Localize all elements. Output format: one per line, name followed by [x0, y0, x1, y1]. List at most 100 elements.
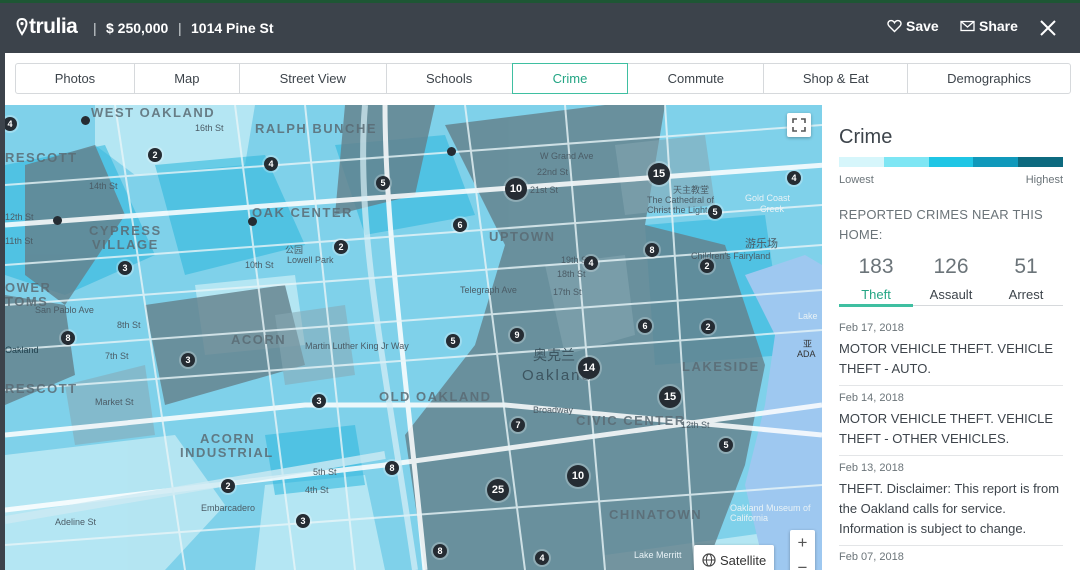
street-label: 5th St [313, 467, 337, 477]
crime-heatmap[interactable]: WEST OAKLAND RALPH BUNCHE RESCOTT OAK CE… [5, 105, 822, 570]
crime-cluster-pin[interactable]: 3 [118, 261, 132, 275]
crime-cluster-pin[interactable]: 4 [787, 171, 801, 185]
crime-cluster-pin[interactable]: 8 [645, 243, 659, 257]
crime-cluster-pin[interactable]: 10 [505, 178, 527, 200]
crime-cluster-pin[interactable]: 6 [638, 319, 652, 333]
tab-map[interactable]: Map [133, 63, 240, 94]
street-label: Adeline St [55, 517, 97, 527]
crime-cluster-pin[interactable]: 9 [510, 328, 524, 342]
map-label: UPTOWN [489, 229, 556, 244]
crime-cluster-pin[interactable]: 2 [148, 148, 162, 162]
crime-cluster-pin[interactable]: 2 [700, 259, 714, 273]
active-stat-indicator [839, 304, 913, 307]
place-label: 奥克兰 [533, 347, 575, 363]
crime-cluster-pin[interactable]: 15 [648, 163, 670, 185]
crime-point-marker[interactable] [248, 217, 257, 226]
street-label: 18th St [557, 269, 586, 279]
envelope-icon [960, 20, 975, 32]
fullscreen-button[interactable] [787, 113, 811, 137]
stat-arrest[interactable]: 51 Arrest [989, 255, 1063, 302]
crime-report-item[interactable]: Feb 13, 2018 THEFT. Disclaimer: This rep… [839, 462, 1063, 539]
crime-cluster-pin[interactable]: 5 [376, 176, 390, 190]
stat-count: 183 [858, 255, 894, 278]
legend-high-label: Highest [1025, 174, 1063, 186]
crime-cluster-pin[interactable]: 2 [701, 320, 715, 334]
tab-street-view[interactable]: Street View [238, 63, 387, 94]
report-date: Feb 07, 2018 [839, 551, 904, 563]
crime-cluster-pin[interactable]: 3 [312, 394, 326, 408]
tab-photos[interactable]: Photos [15, 63, 135, 94]
crime-report-item[interactable]: Feb 07, 2018 [839, 551, 1063, 563]
crime-point-marker[interactable] [53, 216, 62, 225]
crime-cluster-pin[interactable]: 5 [719, 438, 733, 452]
report-date: Feb 14, 2018 [839, 392, 904, 404]
zoom-control: + − [790, 530, 815, 570]
header-separator: | [93, 20, 97, 36]
crime-cluster-pin[interactable]: 10 [567, 465, 589, 487]
crime-cluster-pin[interactable]: 5 [708, 205, 722, 219]
crime-cluster-pin[interactable]: 4 [535, 551, 549, 565]
street-label: 4th St [305, 485, 329, 495]
map-label: ACORN [200, 431, 256, 446]
map-label: CIVIC CENTER [576, 413, 686, 428]
street-label: 12th St [681, 420, 710, 430]
crime-cluster-pin[interactable]: 2 [334, 240, 348, 254]
report-description: THEFT. Disclaimer: This report is from t… [839, 481, 1060, 536]
crime-cluster-pin[interactable]: 7 [511, 418, 525, 432]
tab-schools[interactable]: Schools [385, 63, 513, 94]
street-label: 10th St [245, 260, 274, 270]
crime-cluster-pin[interactable]: 14 [578, 357, 600, 379]
stat-assault[interactable]: 126 Assault [914, 255, 988, 302]
map-base [5, 105, 822, 570]
crime-cluster-pin[interactable]: 5 [446, 334, 460, 348]
crime-cluster-pin[interactable]: 6 [453, 218, 467, 232]
heart-icon [887, 19, 902, 33]
tab-commute[interactable]: Commute [627, 63, 765, 94]
save-button[interactable]: Save [887, 18, 939, 34]
trulia-logo[interactable]: trulia [16, 14, 78, 40]
crime-report-item[interactable]: Feb 14, 2018 MOTOR VEHICLE THEFT. VEHICL… [839, 392, 1063, 449]
stat-theft[interactable]: 183 Theft [839, 255, 913, 302]
crime-cluster-pin[interactable]: 15 [659, 386, 681, 408]
street-label: 14th St [89, 181, 118, 191]
crime-cluster-pin[interactable]: 3 [181, 353, 195, 367]
crime-cluster-pin[interactable]: 2 [221, 479, 235, 493]
tab-shop-eat[interactable]: Shop & Eat [763, 63, 909, 94]
legend-swatch [1018, 157, 1063, 167]
crime-point-marker[interactable] [81, 116, 90, 125]
stat-label: Arrest [1008, 287, 1044, 302]
map-label: WEST OAKLAND [91, 105, 216, 120]
legend-swatch [883, 157, 929, 167]
legend-swatch [839, 157, 884, 167]
report-date: Feb 13, 2018 [839, 462, 904, 474]
crime-cluster-pin[interactable]: 3 [296, 514, 310, 528]
crime-cluster-pin[interactable]: 4 [264, 157, 278, 171]
zoom-out-button[interactable]: − [790, 555, 815, 570]
map-pin-icon [16, 18, 28, 36]
tab-demographics[interactable]: Demographics [907, 63, 1071, 94]
crime-panel: Crime Lowest Highest REPORTED CRIMES NEA… [822, 105, 1080, 570]
tab-crime[interactable]: Crime [511, 63, 629, 94]
satellite-toggle[interactable]: Satellite [694, 545, 774, 570]
street-label: 7th St [105, 351, 129, 361]
crime-report-item[interactable]: Feb 17, 2018 MOTOR VEHICLE THEFT. VEHICL… [839, 322, 1063, 379]
crime-cluster-pin[interactable]: 8 [433, 544, 447, 558]
report-description: MOTOR VEHICLE THEFT. VEHICLE THEFT - OTH… [839, 411, 1054, 446]
place-label: 游乐场 [745, 238, 778, 250]
street-label: 22nd St [537, 167, 569, 177]
place-label: 天主教堂 [673, 185, 710, 195]
map-label: CHINATOWN [609, 507, 703, 522]
crime-cluster-pin[interactable]: 25 [487, 479, 509, 501]
close-icon[interactable] [1037, 17, 1059, 39]
tab-bar: Photos Map Street View Schools Crime Com… [15, 63, 1071, 94]
legend-swatch [973, 157, 1019, 167]
crime-cluster-pin[interactable]: 8 [61, 331, 75, 345]
crime-point-marker[interactable] [447, 147, 456, 156]
crime-cluster-pin[interactable]: 8 [385, 461, 399, 475]
share-button[interactable]: Share [960, 18, 1018, 34]
report-divider [839, 545, 1063, 546]
crime-legend-bar [839, 157, 1063, 167]
zoom-in-button[interactable]: + [790, 530, 815, 555]
crime-cluster-pin[interactable]: 4 [584, 256, 598, 270]
report-date: Feb 17, 2018 [839, 322, 904, 334]
